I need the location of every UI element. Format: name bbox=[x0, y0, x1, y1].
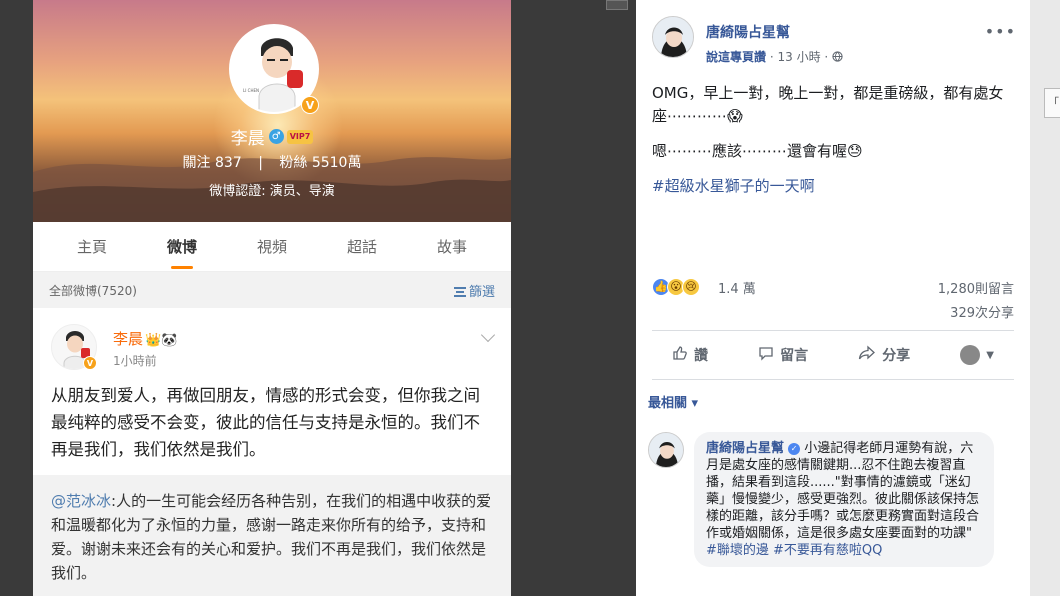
follow-count[interactable]: 837 bbox=[215, 155, 242, 171]
page-name[interactable]: 唐綺陽占星幫 bbox=[706, 22, 790, 42]
comment-text: 小邊記得老師月運勢有說，六月是處女座的感情關鍵期...忍不住跑去複習直播，結果看… bbox=[706, 441, 980, 541]
fans-label[interactable]: 粉絲 bbox=[279, 155, 307, 171]
reposted-content[interactable]: @范冰冰:人的一生可能会经历各种告别，在我们的相遇中收获的爱和温暖都化为了永恒的… bbox=[33, 475, 511, 596]
vip-badge[interactable]: VIP7 bbox=[286, 129, 314, 144]
post-text: 从朋友到爱人，再做回朋友，情感的形式会变，但你我之间最纯粹的感受不会变，彼此的信… bbox=[51, 386, 480, 459]
profile-name-row: 李晨 ♂ VIP7 bbox=[33, 124, 511, 149]
background-window-edge: 「 bbox=[1030, 0, 1060, 596]
post-author-name[interactable]: 李晨 bbox=[113, 330, 143, 348]
filter-label: 篩選 bbox=[468, 284, 495, 300]
background-window-tab: 「 bbox=[1044, 88, 1060, 118]
tab-stories[interactable]: 故事 bbox=[429, 230, 475, 263]
reactions-summary: 👍 😮 😢 1.4 萬 1,280則留言 329次分享 bbox=[652, 276, 1014, 326]
fb-post-hashtag[interactable]: #超級水星獅子的一天啊 bbox=[652, 175, 1014, 198]
verified-check-icon: ✓ bbox=[788, 442, 801, 455]
reaction-icons[interactable]: 👍 😮 😢 bbox=[652, 278, 700, 296]
post-verified-badge: V bbox=[83, 356, 97, 370]
user-avatar-icon bbox=[960, 345, 981, 365]
profile-cover: LI CHEN V 李晨 ♂ VIP7 關注 837 | 粉絲 5510萬 微博認證… bbox=[33, 0, 511, 222]
verification-text: 微博認證: 演员、导演 bbox=[209, 184, 335, 199]
tab-home[interactable]: 主頁 bbox=[69, 230, 115, 263]
filter-button[interactable]: 篩選 bbox=[453, 281, 495, 300]
comments-count[interactable]: 1,280則留言 bbox=[938, 278, 1014, 297]
post-meta: 說這專頁讚 · 13 小時 · bbox=[706, 48, 843, 65]
feed-filter-bar: 全部微博(7520) 篩選 bbox=[33, 272, 511, 308]
profile-name: 李晨 bbox=[230, 129, 265, 149]
fb-post-header: 唐綺陽占星幫 說這專頁讚 · 13 小時 · ••• bbox=[636, 0, 1030, 72]
window-corner-control bbox=[606, 0, 628, 10]
post-header: V 李晨 👑🐼 1小時前 bbox=[51, 322, 496, 374]
tab-videos[interactable]: 視頻 bbox=[249, 230, 295, 263]
page-avatar[interactable] bbox=[652, 16, 694, 58]
thumbs-up-icon bbox=[672, 345, 688, 365]
post-time: 1小時前 bbox=[113, 354, 157, 368]
share-label: 分享 bbox=[882, 348, 911, 364]
verified-v-badge: V bbox=[301, 96, 319, 114]
like-label: 讚 bbox=[694, 348, 708, 364]
all-posts-count: 全部微博(7520) bbox=[49, 283, 137, 298]
sad-reaction-icon: 😢 bbox=[682, 278, 700, 296]
weibo-post: V 李晨 👑🐼 1小時前 从朋友到爱人，再做回朋友，情感的形式会变，但你我之间最纯… bbox=[33, 308, 511, 596]
commenter-avatar[interactable] bbox=[648, 432, 684, 468]
comment-hashtags[interactable]: #聯壞的邊 #不要再有慈啦QQ bbox=[706, 542, 982, 559]
caret-down-icon: ▼ bbox=[986, 349, 994, 361]
post-timestamp[interactable]: 13 小時 bbox=[777, 50, 820, 64]
comment-label: 留言 bbox=[780, 348, 809, 364]
fb-post-line-1: OMG，早上一對，晚上一對，都是重磅級，都有處女座⋯⋯⋯⋯😱 bbox=[652, 84, 1004, 125]
more-options-icon[interactable]: ••• bbox=[985, 22, 1016, 41]
reactions-count[interactable]: 1.4 萬 bbox=[718, 278, 756, 297]
reaction-as-selector[interactable]: ▼ bbox=[960, 345, 994, 365]
comment-author[interactable]: 唐綺陽占星幫 bbox=[706, 441, 784, 456]
like-page-link[interactable]: 說這專頁讚 bbox=[706, 50, 766, 64]
avatar-caption: LI CHEN bbox=[243, 88, 259, 93]
profile-tabs: 主頁 微博 視頻 超話 故事 bbox=[33, 222, 511, 272]
fb-post-line-2: 嗯⋯⋯⋯應該⋯⋯⋯還會有喔😓 bbox=[652, 142, 863, 160]
male-icon: ♂ bbox=[268, 129, 284, 144]
facebook-post-panel: 唐綺陽占星幫 說這專頁讚 · 13 小時 · ••• OMG，早上一對，晚上一對… bbox=[636, 0, 1030, 596]
profile-stats: 關注 837 | 粉絲 5510萬 bbox=[182, 155, 362, 171]
fb-action-bar: 讚 留言 分享 ▼ bbox=[652, 330, 1014, 380]
comment-icon bbox=[758, 345, 774, 365]
fb-post-body: OMG，早上一對，晚上一對，都是重磅級，都有處女座⋯⋯⋯⋯😱 嗯⋯⋯⋯應該⋯⋯⋯… bbox=[636, 72, 1030, 198]
filter-icon bbox=[453, 287, 466, 297]
weibo-profile-panel: LI CHEN V 李晨 ♂ VIP7 關注 837 | 粉絲 5510萬 微博認證… bbox=[33, 0, 511, 596]
follow-label[interactable]: 關注 bbox=[183, 155, 211, 171]
tab-weibo[interactable]: 微博 bbox=[159, 230, 205, 269]
comment-sort-dropdown[interactable]: 最相關 ▾ bbox=[648, 392, 698, 411]
share-button[interactable]: 分享 bbox=[858, 345, 910, 365]
chevron-down-icon[interactable] bbox=[480, 327, 496, 343]
like-button[interactable]: 讚 bbox=[672, 345, 708, 365]
tab-super-topics[interactable]: 超話 bbox=[339, 230, 385, 263]
post-author-row: 李晨 👑🐼 bbox=[113, 328, 177, 349]
shares-count[interactable]: 329次分享 bbox=[950, 302, 1014, 321]
globe-icon bbox=[832, 50, 843, 64]
author-badge-icons: 👑🐼 bbox=[145, 333, 178, 348]
comment-bubble: 唐綺陽占星幫 ✓ 小邊記得老師月運勢有說，六月是處女座的感情關鍵期...忍不住跑… bbox=[694, 432, 994, 567]
share-arrow-icon bbox=[858, 345, 876, 365]
fans-count[interactable]: 5510萬 bbox=[312, 155, 362, 171]
repost-mention[interactable]: @范冰冰 bbox=[51, 492, 111, 510]
repost-text: :人的一生可能会经历各种告别，在我们的相遇中收获的爱和温暖都化为了永恒的力量，感… bbox=[51, 492, 492, 582]
comment-button[interactable]: 留言 bbox=[758, 345, 808, 365]
